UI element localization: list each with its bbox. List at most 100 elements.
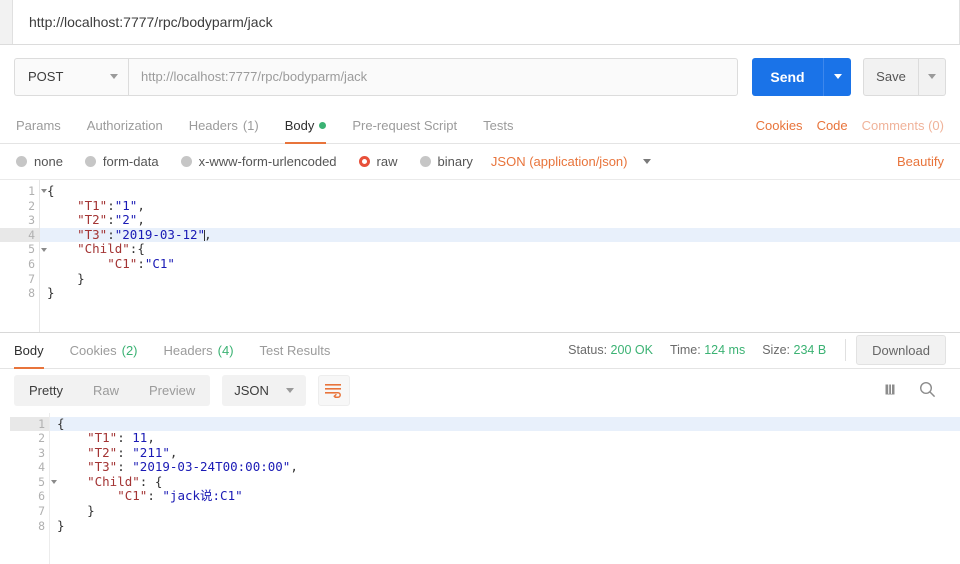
code-token: "C1" xyxy=(117,488,148,504)
tab-label: Headers xyxy=(188,118,238,133)
word-wrap-button[interactable] xyxy=(317,375,350,406)
response-tab-headers[interactable]: Headers (4) xyxy=(151,333,247,368)
gutter-line-number: 2 xyxy=(28,198,35,213)
code-line: } xyxy=(50,518,960,534)
request-body-editor[interactable]: 12345678 { "T1":"1", "T2":"2", "T3":"201… xyxy=(0,180,960,332)
response-tab-cookies[interactable]: Cookies (2) xyxy=(57,333,151,368)
send-options-button[interactable] xyxy=(823,57,851,96)
request-editor-code[interactable]: { "T1":"1", "T2":"2", "T3":"2019-03-12",… xyxy=(40,180,960,332)
save-options-button[interactable] xyxy=(919,57,946,96)
code-line: "C1":"C1" xyxy=(40,256,960,272)
body-type-label: x-www-form-urlencoded xyxy=(198,154,337,169)
code-token: : xyxy=(107,212,115,228)
view-mode-raw[interactable]: Raw xyxy=(78,375,134,406)
tab-pre-request-script[interactable]: Pre-request Script xyxy=(339,108,470,143)
search-button[interactable] xyxy=(919,381,936,401)
gutter-line-number: 3 xyxy=(38,445,45,460)
body-type-label: form-data xyxy=(102,154,159,169)
code-token: "T2" xyxy=(87,444,118,460)
gutter-line-number: 8 xyxy=(28,286,35,301)
response-view-mode-group: Pretty Raw Preview xyxy=(14,375,211,406)
code-line: } xyxy=(40,271,960,287)
code-token: : xyxy=(107,226,115,242)
tab-body[interactable]: Body xyxy=(272,108,340,144)
code-token: , xyxy=(137,212,145,228)
response-tab-body[interactable]: Body xyxy=(14,333,57,369)
gutter-line-number: 8 xyxy=(38,518,45,533)
http-method-select[interactable]: POST xyxy=(14,57,128,96)
code-token: "2019-03-24T00:00:00" xyxy=(132,459,291,475)
content-type-select[interactable]: JSON (application/json) xyxy=(491,154,652,169)
body-type-form-data[interactable]: form-data xyxy=(84,154,159,169)
view-mode-pretty[interactable]: Pretty xyxy=(14,375,78,406)
code-token: "T1" xyxy=(77,197,108,213)
status-label: Status: xyxy=(568,343,608,357)
code-token: , xyxy=(137,197,145,213)
beautify-button[interactable]: Beautify xyxy=(897,154,944,169)
gutter-line-number: 4 xyxy=(0,227,39,243)
radio-icon xyxy=(419,156,431,167)
response-section-tabs: Body Cookies (2) Headers (4) Test Result… xyxy=(0,332,960,369)
response-editor-code[interactable]: { "T1": 11, "T2": "211", "T3": "2019-03-… xyxy=(50,413,960,564)
code-link[interactable]: Code xyxy=(817,118,848,133)
tab-count: (2) xyxy=(121,342,138,358)
response-toolbar-right xyxy=(885,381,946,401)
response-format-select[interactable]: JSON xyxy=(222,375,306,406)
code-token: : xyxy=(117,430,133,446)
send-button[interactable]: Send xyxy=(752,57,823,96)
tab-label: Params xyxy=(16,118,61,133)
tab-label: Headers xyxy=(163,342,213,358)
http-method-value: POST xyxy=(28,69,64,84)
url-input[interactable]: http://localhost:7777/rpc/bodyparm/jack xyxy=(128,57,738,96)
body-type-label: none xyxy=(34,154,63,169)
code-token: "Child" xyxy=(87,473,140,489)
request-editor-gutter: 12345678 xyxy=(0,180,47,332)
view-mode-preview[interactable]: Preview xyxy=(134,375,210,406)
comments-link[interactable]: Comments (0) xyxy=(862,118,944,133)
tab-headers[interactable]: Headers (1) xyxy=(176,108,272,143)
code-token: , xyxy=(204,226,212,242)
code-token: "jack说:C1" xyxy=(162,488,243,504)
content-type-value: JSON (application/json) xyxy=(490,154,628,169)
response-tab-test-results[interactable]: Test Results xyxy=(247,333,344,368)
body-type-raw[interactable]: raw xyxy=(358,154,398,169)
response-format-value: JSON xyxy=(234,383,269,398)
gutter-line-number: 4 xyxy=(38,460,45,475)
body-type-binary[interactable]: binary xyxy=(419,154,473,169)
gutter-line-number: 5 xyxy=(0,242,47,257)
time-label: Time: xyxy=(669,343,701,357)
code-line: "C1": "jack说:C1" xyxy=(50,489,960,504)
tab-tests[interactable]: Tests xyxy=(470,108,526,143)
code-token: : xyxy=(117,444,133,460)
tab-label: Pre-request Script xyxy=(352,118,458,133)
send-button-group: Send xyxy=(752,57,851,96)
request-tab[interactable]: http://localhost:7777/rpc/bodyparm/jack xyxy=(13,0,960,44)
code-line: "T1":"1", xyxy=(40,197,960,214)
response-body-editor[interactable]: 12345678 { "T1": 11, "T2": "211", "T3": … xyxy=(10,412,960,564)
body-type-none[interactable]: none xyxy=(16,154,63,169)
request-tab-title: http://localhost:7777/rpc/bodyparm/jack xyxy=(29,14,273,30)
tab-authorization[interactable]: Authorization xyxy=(74,108,176,143)
body-type-urlencoded[interactable]: x-www-form-urlencoded xyxy=(180,154,337,169)
code-token: , xyxy=(169,444,178,460)
code-line: "Child": { xyxy=(50,473,960,490)
save-button[interactable]: Save xyxy=(863,57,919,96)
download-button[interactable]: Download xyxy=(856,335,946,365)
chevron-down-icon xyxy=(110,74,118,79)
gutter-line-number: 5 xyxy=(10,475,57,490)
search-icon xyxy=(919,381,936,397)
copy-icon xyxy=(885,382,895,394)
request-tabs-right-links: Cookies Code Comments (0) xyxy=(756,108,946,143)
cookies-link[interactable]: Cookies xyxy=(756,118,803,133)
copy-button[interactable] xyxy=(885,382,900,400)
tab-params[interactable]: Params xyxy=(14,108,74,143)
chevron-down-icon xyxy=(285,388,294,393)
